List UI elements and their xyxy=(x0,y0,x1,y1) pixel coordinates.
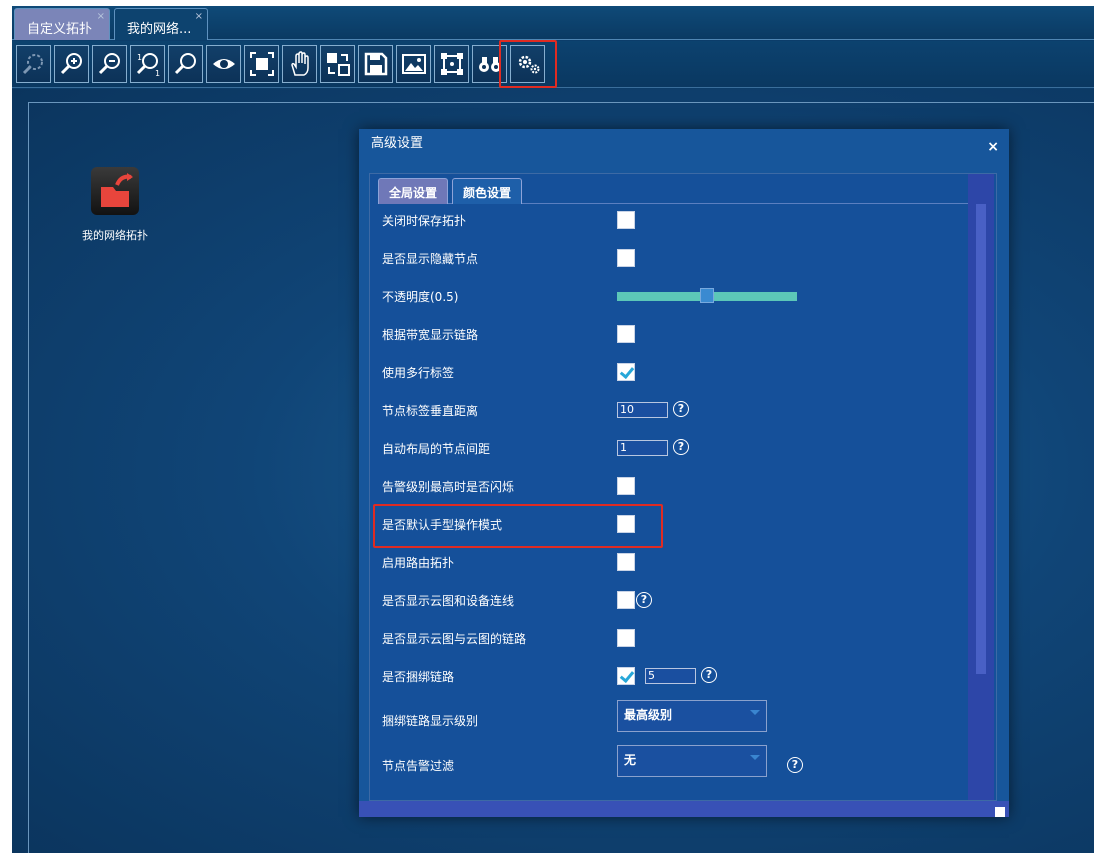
hand-icon xyxy=(290,51,309,76)
zoom-1-1-icon: 11 xyxy=(136,53,160,77)
zoom-in-icon xyxy=(60,53,82,75)
setting-label: 节点告警过滤 xyxy=(382,759,455,773)
alarm-filter-select[interactable]: 无 xyxy=(617,745,767,777)
setting-label: 节点标签垂直距离 xyxy=(382,404,479,418)
fit-screen-button[interactable] xyxy=(244,45,279,83)
setting-label: 启用路由拓扑 xyxy=(382,556,455,570)
advanced-settings-dialog: 高级设置 × 全局设置 颜色设置 关闭时保存拓扑 是否显示隐藏节点 不透明度(0… xyxy=(359,129,1009,817)
select-area-button[interactable] xyxy=(434,45,469,83)
node-spacing-input[interactable]: 1 xyxy=(617,440,668,456)
horizontal-scrollbar[interactable] xyxy=(359,801,1009,817)
routing-topology-checkbox[interactable] xyxy=(617,553,635,571)
setting-label: 是否显示云图与云图的链路 xyxy=(382,632,527,646)
dialog-body: 全局设置 颜色设置 关闭时保存拓扑 是否显示隐藏节点 不透明度(0.5) 根据带… xyxy=(369,173,997,801)
close-icon[interactable]: × xyxy=(97,11,105,22)
pan-button[interactable] xyxy=(282,45,317,83)
setting-label: 告警级别最高时是否闪烁 xyxy=(382,480,515,494)
tab-color-settings[interactable]: 颜色设置 xyxy=(452,178,522,204)
save-on-close-checkbox[interactable] xyxy=(617,211,635,229)
slider-handle[interactable] xyxy=(700,288,714,303)
setting-label: 是否捆绑链路 xyxy=(382,670,455,684)
select-value: 最高级别 xyxy=(624,708,673,722)
tab-label: 自定义拓扑 xyxy=(27,22,93,37)
node-label: 我的网络拓扑 xyxy=(82,229,148,242)
setting-label: 捆绑链路显示级别 xyxy=(382,714,479,728)
chevron-down-icon xyxy=(750,755,760,760)
cloud-device-links-checkbox[interactable] xyxy=(617,591,635,609)
show-hidden-nodes-checkbox[interactable] xyxy=(617,249,635,267)
tab-bar: 自定义拓扑 × 我的网络... × xyxy=(12,6,1094,40)
layout-icon xyxy=(326,53,350,76)
view-button[interactable] xyxy=(206,45,241,83)
zoom-reset-icon xyxy=(22,54,43,75)
setting-label: 不透明度(0.5) xyxy=(382,290,459,304)
close-icon[interactable]: × xyxy=(195,11,203,22)
highlight-box xyxy=(373,504,663,548)
bundle-links-checkbox[interactable] xyxy=(617,667,635,685)
zoom-reset-button[interactable] xyxy=(16,45,51,83)
zoom-out-icon xyxy=(98,53,120,75)
select-value: 无 xyxy=(624,753,637,767)
dialog-title: 高级设置 xyxy=(371,136,424,151)
resize-handle[interactable] xyxy=(995,807,1005,817)
folder-icon xyxy=(91,167,139,215)
zoom-in-button[interactable] xyxy=(54,45,89,83)
bandwidth-links-checkbox[interactable] xyxy=(617,325,635,343)
save-button[interactable] xyxy=(358,45,393,83)
close-icon[interactable]: × xyxy=(987,139,999,155)
image-icon xyxy=(401,54,426,74)
help-icon[interactable]: ? xyxy=(636,592,652,608)
setting-label: 使用多行标签 xyxy=(382,366,455,380)
topology-node[interactable]: 我的网络拓扑 xyxy=(80,167,150,243)
highlight-box xyxy=(499,40,557,88)
bundle-count-input[interactable]: 5 xyxy=(645,668,696,684)
eye-icon xyxy=(212,59,235,69)
svg-text:1: 1 xyxy=(155,69,160,77)
left-white-strip xyxy=(0,0,12,853)
zoom-out-button[interactable] xyxy=(92,45,127,83)
fit-screen-icon xyxy=(249,52,274,76)
help-icon[interactable]: ? xyxy=(701,667,717,683)
dialog-tabs: 全局设置 颜色设置 xyxy=(378,176,968,204)
tab-global-settings[interactable]: 全局设置 xyxy=(378,178,448,204)
help-icon[interactable]: ? xyxy=(673,401,689,417)
search-icon xyxy=(174,53,196,75)
alarm-flash-checkbox[interactable] xyxy=(617,477,635,495)
svg-text:1: 1 xyxy=(137,53,142,62)
bundle-level-select[interactable]: 最高级别 xyxy=(617,700,767,732)
setting-label: 是否显示云图和设备连线 xyxy=(382,594,515,608)
help-icon[interactable]: ? xyxy=(673,439,689,455)
layout-button[interactable] xyxy=(320,45,355,83)
opacity-slider[interactable] xyxy=(617,288,797,303)
setting-label: 自动布局的节点间距 xyxy=(382,442,491,456)
setting-label: 根据带宽显示链路 xyxy=(382,328,479,342)
export-image-button[interactable] xyxy=(396,45,431,83)
chevron-down-icon xyxy=(750,710,760,715)
search-button[interactable] xyxy=(168,45,203,83)
tab-my-network[interactable]: 我的网络... × xyxy=(114,8,208,40)
tab-label: 我的网络... xyxy=(127,22,192,37)
save-icon xyxy=(364,52,387,76)
setting-label: 关闭时保存拓扑 xyxy=(382,214,467,228)
label-distance-input[interactable]: 10 xyxy=(617,402,668,418)
scrollbar-thumb[interactable] xyxy=(976,204,986,674)
cloud-cloud-links-checkbox[interactable] xyxy=(617,629,635,647)
setting-label: 是否显示隐藏节点 xyxy=(382,252,479,266)
tab-custom-topology[interactable]: 自定义拓扑 × xyxy=(14,8,110,40)
scrollbar[interactable] xyxy=(968,174,994,800)
help-icon[interactable]: ? xyxy=(787,757,803,773)
zoom-actual-size-button[interactable]: 11 xyxy=(130,45,165,83)
multiline-label-checkbox[interactable] xyxy=(617,363,635,381)
select-area-icon xyxy=(440,53,463,75)
